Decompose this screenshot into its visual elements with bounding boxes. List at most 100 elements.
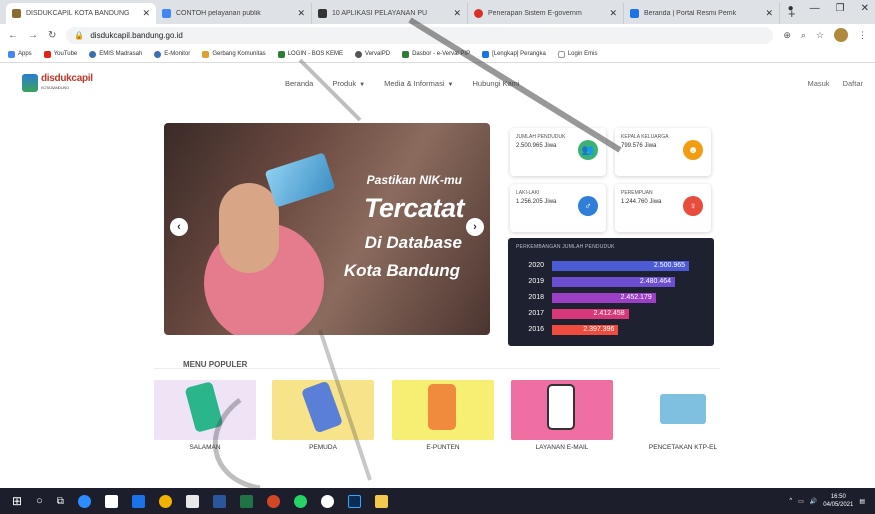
- register-link[interactable]: Daftar: [843, 79, 863, 88]
- chart-category-label: 2020: [528, 262, 544, 269]
- screen: DISDUKCAPIL KOTA BANDUNG ✕ CONTOH pelaya…: [0, 0, 875, 514]
- mail-icon[interactable]: [131, 494, 145, 508]
- menu-item-e-punten[interactable]: E-PUNTEN: [392, 380, 494, 451]
- network-icon[interactable]: ▭: [798, 498, 804, 505]
- people-icon: 👥: [578, 140, 598, 160]
- tab-egovernment[interactable]: Penerapan Sistem E-governm ✕: [468, 3, 624, 24]
- chart-title: PERKEMBANGAN JUMLAH PENDUDUK: [516, 244, 615, 250]
- menu-item-layanan-email[interactable]: LAYANAN E-MAIL: [511, 380, 613, 451]
- chart-row: 2016 2.397.396: [516, 324, 619, 335]
- carousel-prev-button[interactable]: ‹: [170, 218, 188, 236]
- chart-category-label: 2017: [528, 310, 544, 317]
- chrome-icon[interactable]: [158, 494, 172, 508]
- record-icon[interactable]: ●: [788, 3, 794, 14]
- menu-item-label: LAYANAN E-MAIL: [535, 444, 589, 451]
- site-logo[interactable]: disdukcapil KOTA BANDUNG: [22, 74, 93, 92]
- nav-produk[interactable]: Produk ▼: [332, 79, 365, 88]
- bookmark-youtube[interactable]: YouTube: [43, 50, 77, 58]
- photoshop-icon[interactable]: [347, 494, 361, 508]
- whatsapp-icon[interactable]: [293, 494, 307, 508]
- bookmark-vervalpd[interactable]: VervalPD: [355, 50, 390, 58]
- tab-aplikasi[interactable]: 10 APLIKASI PELAYANAN PU ✕: [312, 3, 468, 24]
- bookmark-lengkap[interactable]: [Lengkap] Perangka: [482, 50, 546, 58]
- youtube-icon: [43, 50, 51, 58]
- chart-row: 2017 2.412.458: [516, 308, 629, 319]
- clock[interactable]: 16:50 04/05/2021: [823, 493, 853, 509]
- tab-portal[interactable]: Beranda | Portal Resmi Pemk ✕: [624, 3, 780, 24]
- bookmark-login-emis[interactable]: Login Emis: [557, 50, 598, 58]
- forward-icon[interactable]: →: [28, 30, 38, 41]
- close-tab-icon[interactable]: ✕: [142, 8, 150, 19]
- powerpoint-icon[interactable]: [266, 494, 280, 508]
- store-icon[interactable]: [104, 494, 118, 508]
- bookmark-emonitor[interactable]: E-Monitor: [154, 50, 190, 58]
- notification-icon[interactable]: ▤: [859, 498, 865, 505]
- site-icon: [154, 50, 162, 58]
- id-card-printing-icon: [660, 394, 706, 424]
- menu-populer-title: MENU POPULER: [183, 360, 248, 369]
- site-icon: [402, 50, 410, 58]
- url-field[interactable]: 🔒 disdukcapil.bandung.go.id: [66, 26, 774, 44]
- stat-card-penduduk: JUMLAH PENDUDUK 2.500.965 Jiwa 👥: [510, 128, 606, 176]
- nav-hubungi-kami[interactable]: Hubungi Kami: [472, 79, 519, 88]
- site-header: disdukcapil KOTA BANDUNG Beranda Produk ▼ …: [0, 63, 875, 103]
- edge-icon[interactable]: [77, 494, 91, 508]
- stat-label: LAKI-LAKI: [516, 190, 540, 196]
- login-link[interactable]: Masuk: [807, 79, 829, 88]
- ktp-card-image: [264, 152, 336, 208]
- excel-icon[interactable]: [239, 494, 253, 508]
- globe-icon: [355, 50, 363, 58]
- stat-card-perempuan: PEREMPUAN 1.244.760 Jiwa ♀: [615, 184, 711, 232]
- close-tab-icon[interactable]: ✕: [453, 8, 461, 19]
- tab-title: Penerapan Sistem E-governm: [488, 10, 582, 17]
- install-icon[interactable]: ⊕: [783, 30, 791, 41]
- hero-carousel[interactable]: Pastikan NIK-mu Tercatat Di Database Kot…: [164, 123, 490, 335]
- menu-icon[interactable]: ⋮: [858, 30, 867, 41]
- chart-bar-value: 2.452.179: [620, 293, 652, 301]
- logo-text: disdukcapil KOTA BANDUNG: [41, 73, 93, 91]
- star-icon[interactable]: ☆: [816, 30, 824, 41]
- bookmark-emis[interactable]: EMIS Madrasah: [89, 50, 142, 58]
- volume-icon[interactable]: 🔊: [810, 498, 817, 505]
- app-icon[interactable]: [185, 494, 199, 508]
- bookmark-apps[interactable]: Apps: [8, 50, 32, 58]
- bookmark-dasbor[interactable]: Dasbor - e-Verval PIP: [402, 50, 470, 58]
- url-text: disdukcapil.bandung.go.id: [90, 30, 183, 40]
- task-view-icon[interactable]: ⧉: [57, 496, 64, 507]
- search-icon[interactable]: ○: [36, 495, 43, 507]
- word-icon[interactable]: [212, 494, 226, 508]
- menu-item-salaman[interactable]: SALAMAN: [154, 380, 256, 451]
- menu-item-pemuda[interactable]: PEMUDA: [272, 380, 374, 451]
- tab-title: 10 APLIKASI PELAYANAN PU: [332, 10, 428, 17]
- bookmark-login-bos[interactable]: LOGIN - BOS KEME: [277, 50, 343, 58]
- close-tab-icon[interactable]: ✕: [297, 8, 305, 19]
- close-tab-icon[interactable]: ✕: [765, 8, 773, 19]
- tray-chevron-icon[interactable]: ^: [789, 498, 792, 504]
- restore-icon[interactable]: ❐: [836, 3, 845, 14]
- chart-bar: 2.412.458: [552, 308, 629, 319]
- close-window-icon[interactable]: ✕: [861, 3, 869, 14]
- page-icon: [557, 50, 565, 58]
- carousel-next-button[interactable]: ›: [466, 218, 484, 236]
- tab-contoh[interactable]: CONTOH pelayanan publik ✕: [156, 3, 312, 24]
- profile-avatar[interactable]: [834, 28, 848, 42]
- minimize-icon[interactable]: —: [810, 3, 820, 14]
- reload-icon[interactable]: ↻: [48, 30, 56, 41]
- nav-media-informasi[interactable]: Media & Informasi ▼: [384, 79, 453, 88]
- favicon-icon: [12, 9, 21, 18]
- population-chart: PERKEMBANGAN JUMLAH PENDUDUK 2020 2.500.9…: [508, 238, 714, 346]
- back-icon[interactable]: ←: [8, 30, 18, 41]
- chart-row: 2018 2.452.179: [516, 292, 656, 303]
- nav-beranda[interactable]: Beranda: [285, 79, 313, 88]
- system-tray: ^ ▭ 🔊 16:50 04/05/2021 ▤: [789, 488, 865, 514]
- zoom-icon[interactable]: ⌕: [801, 30, 806, 41]
- menu-item-pencetakan-ktp[interactable]: PENCETAKAN KTP-EL: [632, 380, 734, 451]
- chart-bar: 2.480.464: [552, 276, 676, 287]
- folder-icon[interactable]: [374, 494, 388, 508]
- windows-start-icon[interactable]: ⊞: [12, 494, 22, 508]
- tab-disdukcapil[interactable]: DISDUKCAPIL KOTA BANDUNG ✕: [6, 3, 156, 24]
- bookmark-gerbang[interactable]: Gerbang Komunitas: [202, 50, 266, 58]
- media-icon[interactable]: [320, 494, 334, 508]
- close-tab-icon[interactable]: ✕: [609, 8, 617, 19]
- main-nav: Beranda Produk ▼ Media & Informasi ▼ Hubun…: [285, 63, 520, 103]
